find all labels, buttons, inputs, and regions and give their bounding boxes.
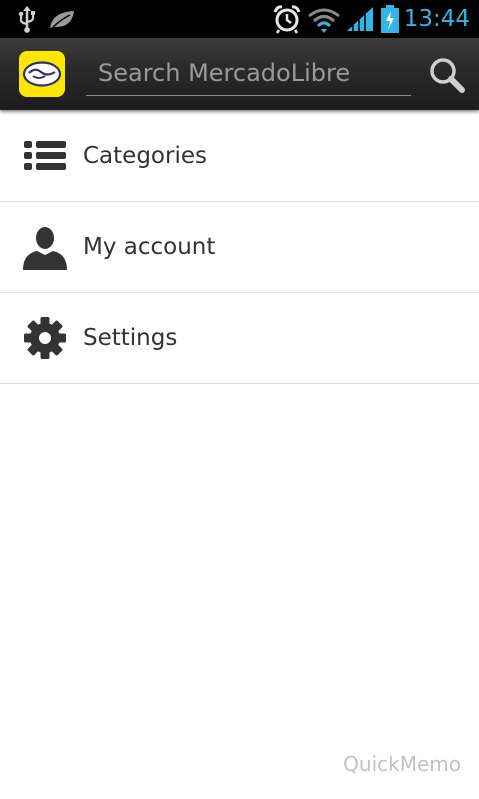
menu-item-categories[interactable]: Categories: [0, 111, 479, 202]
quickmemo-watermark: QuickMemo: [343, 752, 461, 776]
action-bar: [0, 38, 479, 110]
menu-item-label: Categories: [83, 143, 207, 169]
menu-item-label: My account: [83, 234, 216, 260]
usb-icon: [18, 6, 35, 33]
menu-item-label: Settings: [83, 325, 178, 351]
menu-item-my-account[interactable]: My account: [0, 202, 479, 293]
battery-charging-icon: [381, 5, 399, 33]
app-logo[interactable]: [19, 51, 65, 97]
menu-item-settings[interactable]: Settings: [0, 293, 479, 384]
magnifier-icon[interactable]: [424, 52, 470, 98]
mercadolibre-handshake-logo: [22, 61, 62, 87]
search-input[interactable]: [86, 52, 411, 94]
signal-icon: [347, 7, 373, 31]
list-icon: [24, 141, 66, 170]
leaf-icon: [50, 11, 74, 30]
main-menu: Categories My account Settings: [0, 111, 479, 384]
person-icon: [23, 227, 67, 270]
search-field[interactable]: [86, 52, 411, 96]
gear-icon: [24, 317, 66, 359]
status-clock: 13:44: [403, 6, 470, 32]
wifi-icon: [308, 8, 340, 33]
alarm-icon: [273, 5, 301, 34]
status-bar: 13:44: [0, 0, 479, 38]
